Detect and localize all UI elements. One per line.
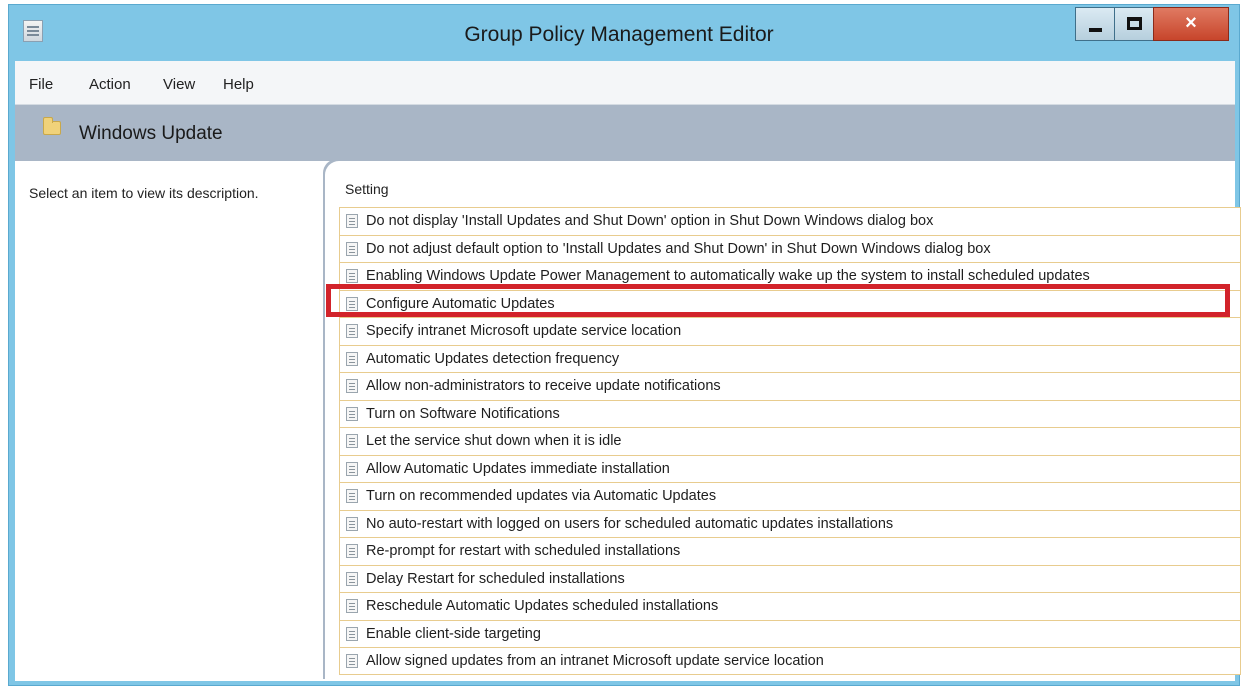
minimize-button[interactable]: [1075, 7, 1115, 41]
setting-row[interactable]: Configure Automatic Updates: [339, 289, 1241, 317]
setting-label: Do not adjust default option to 'Install…: [366, 240, 991, 257]
setting-label: Allow Automatic Updates immediate instal…: [366, 460, 670, 477]
policy-setting-icon: [346, 489, 358, 503]
setting-label: Delay Restart for scheduled installation…: [366, 570, 625, 587]
setting-label: Do not display 'Install Updates and Shut…: [366, 213, 934, 229]
policy-setting-icon: [346, 571, 358, 586]
close-button[interactable]: ×: [1153, 7, 1229, 41]
menu-view[interactable]: View: [163, 76, 195, 93]
settings-list: Do not display 'Install Updates and Shut…: [339, 207, 1241, 675]
policy-setting-icon: [346, 296, 358, 311]
close-icon: ×: [1185, 12, 1197, 34]
policy-setting-icon: [346, 406, 358, 421]
setting-label: Turn on recommended updates via Automati…: [366, 488, 717, 504]
content-area: Select an item to view its description. …: [15, 161, 1241, 681]
setting-row[interactable]: Allow Automatic Updates immediate instal…: [339, 454, 1241, 482]
setting-row[interactable]: Do not display 'Install Updates and Shut…: [339, 207, 1241, 235]
description-pane: Select an item to view its description.: [15, 161, 327, 681]
minimize-icon: [1089, 28, 1102, 32]
app-window: Group Policy Management Editor × File Ac…: [8, 4, 1241, 686]
policy-setting-icon: [346, 544, 358, 558]
policy-setting-icon: [346, 379, 358, 393]
title-bar[interactable]: Group Policy Management Editor ×: [9, 5, 1239, 59]
setting-row[interactable]: Reschedule Automatic Updates scheduled i…: [339, 592, 1241, 620]
policy-setting-icon: [346, 654, 358, 668]
section-header: Windows Update: [15, 105, 1235, 161]
section-title: Windows Update: [79, 123, 223, 144]
setting-label: Allow signed updates from an intranet Mi…: [366, 653, 824, 669]
policy-setting-icon: [346, 241, 358, 256]
setting-row[interactable]: Specify intranet Microsoft update servic…: [339, 317, 1241, 345]
menu-bar: File Action View Help: [15, 61, 1235, 105]
folder-icon: [43, 117, 61, 135]
setting-label: Enable client-side targeting: [366, 625, 541, 642]
setting-row[interactable]: Enable client-side targeting: [339, 619, 1241, 647]
setting-label: No auto-restart with logged on users for…: [366, 515, 894, 532]
policy-setting-icon: [346, 599, 358, 613]
policy-setting-icon: [346, 626, 358, 641]
setting-row[interactable]: Allow non-administrators to receive upda…: [339, 372, 1241, 400]
setting-row[interactable]: Do not adjust default option to 'Install…: [339, 234, 1241, 262]
policy-setting-icon: [346, 269, 358, 283]
setting-column-header[interactable]: Setting: [345, 181, 389, 197]
setting-label: Allow non-administrators to receive upda…: [366, 378, 721, 394]
setting-row[interactable]: Enabling Windows Update Power Management…: [339, 262, 1241, 290]
menu-file[interactable]: File: [29, 76, 53, 93]
description-text: Select an item to view its description.: [29, 185, 259, 201]
setting-label: Automatic Updates detection frequency: [366, 350, 620, 367]
setting-row[interactable]: Let the service shut down when it is idl…: [339, 427, 1241, 455]
maximize-button[interactable]: [1114, 7, 1154, 41]
setting-row[interactable]: Automatic Updates detection frequency: [339, 344, 1241, 372]
setting-label: Reschedule Automatic Updates scheduled i…: [366, 598, 719, 614]
settings-pane: Setting Do not display 'Install Updates …: [325, 161, 1241, 681]
setting-row[interactable]: Allow signed updates from an intranet Mi…: [339, 647, 1241, 675]
setting-label: Turn on Software Notifications: [366, 405, 560, 422]
setting-row[interactable]: Turn on Software Notifications: [339, 399, 1241, 427]
policy-setting-icon: [346, 516, 358, 531]
policy-setting-icon: [346, 214, 358, 228]
setting-label: Let the service shut down when it is idl…: [366, 433, 622, 449]
policy-setting-icon: [346, 324, 358, 338]
setting-row[interactable]: Turn on recommended updates via Automati…: [339, 482, 1241, 510]
setting-row[interactable]: Delay Restart for scheduled installation…: [339, 564, 1241, 592]
policy-setting-icon: [346, 461, 358, 476]
menu-action[interactable]: Action: [89, 76, 131, 93]
setting-label: Enabling Windows Update Power Management…: [366, 268, 1090, 284]
policy-setting-icon: [346, 351, 358, 366]
menu-help[interactable]: Help: [223, 76, 254, 93]
setting-label: Configure Automatic Updates: [366, 295, 555, 312]
setting-label: Specify intranet Microsoft update servic…: [366, 323, 682, 339]
setting-row[interactable]: Re-prompt for restart with scheduled ins…: [339, 537, 1241, 565]
setting-label: Re-prompt for restart with scheduled ins…: [366, 543, 681, 559]
policy-setting-icon: [346, 434, 358, 448]
window-title: Group Policy Management Editor: [464, 23, 774, 46]
setting-row[interactable]: No auto-restart with logged on users for…: [339, 509, 1241, 537]
maximize-icon: [1127, 17, 1142, 30]
